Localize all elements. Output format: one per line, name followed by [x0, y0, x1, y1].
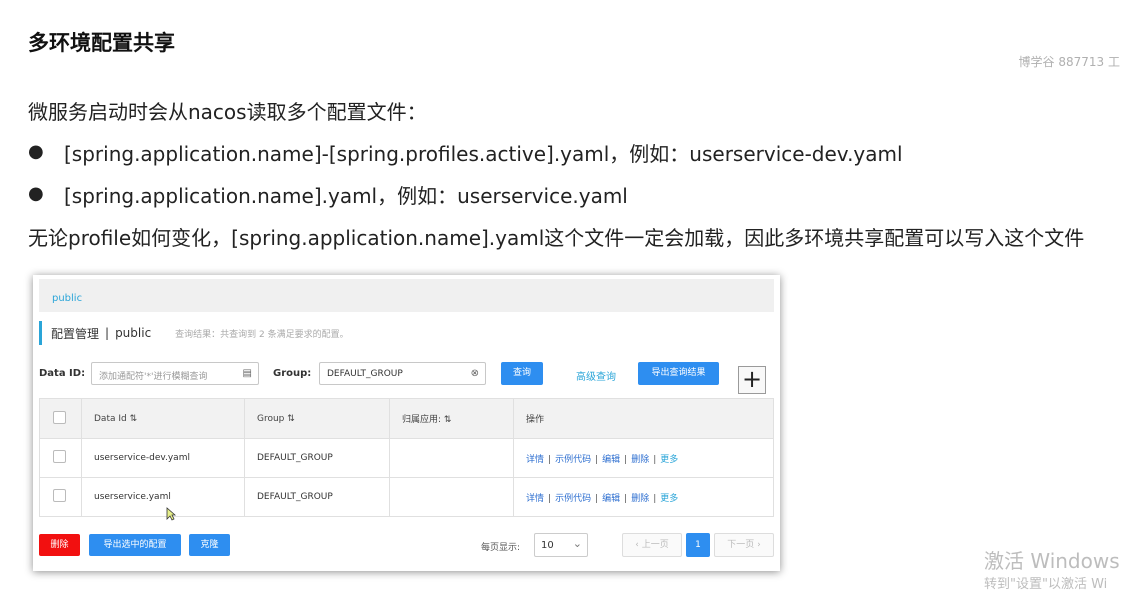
more-link[interactable]: 更多	[660, 494, 678, 504]
windows-activation-title: 激活 Windows	[984, 549, 1120, 573]
query-button[interactable]: 查询	[501, 362, 543, 385]
column-header-actions: 操作	[513, 398, 774, 439]
column-header-data-id[interactable]: Data Id ⇅	[81, 398, 245, 439]
app-cell	[389, 477, 514, 517]
row-select-cell	[39, 477, 82, 517]
nacos-screenshot: public 配置管理 | public 查询结果：共查询到 2 条满足要求的配…	[33, 275, 780, 571]
actions-cell: 详情 | 示例代码 | 编辑 | 删除 | 更多	[513, 477, 774, 517]
table-row: userservice.yaml DEFAULT_GROUP 详情 | 示例代码 | 编…	[39, 477, 774, 517]
bullet-item: ● [spring.application.name].yaml，例如：users…	[28, 180, 903, 222]
more-link[interactable]: 更多	[660, 455, 678, 465]
export-selected-button[interactable]: 导出选中的配置	[89, 534, 181, 556]
sort-icon[interactable]: ⇅	[130, 414, 138, 424]
note-text: 无论profile如何变化，[spring.application.name].…	[28, 226, 1085, 250]
bullet-dot-icon: ●	[28, 141, 44, 162]
namespace-tab-public[interactable]: public	[52, 293, 82, 304]
delete-selected-button[interactable]: 删除	[39, 534, 80, 556]
column-header-group[interactable]: Group ⇅	[244, 398, 390, 439]
prev-page-button[interactable]: ‹ 上一页	[622, 533, 682, 557]
config-table: Data Id ⇅ Group ⇅ 归属应用: ⇅ 操作 userservice…	[39, 398, 774, 517]
column-header-app[interactable]: 归属应用: ⇅	[389, 398, 514, 439]
detail-link[interactable]: 详情	[526, 455, 544, 465]
next-page-button[interactable]: 下一页 ›	[714, 533, 774, 557]
row-select-cell	[39, 438, 82, 478]
table-header-row: Data Id ⇅ Group ⇅ 归属应用: ⇅ 操作	[39, 398, 774, 439]
sort-icon[interactable]: ⇅	[287, 414, 295, 424]
chevron-right-icon: ›	[754, 540, 761, 550]
select-all-cell	[39, 398, 82, 439]
intro-text: 微服务启动时会从nacos读取多个配置文件：	[28, 100, 427, 124]
delete-link[interactable]: 删除	[631, 494, 649, 504]
page-size-select[interactable]: 10 ⌄	[534, 533, 588, 557]
detail-link[interactable]: 详情	[526, 494, 544, 504]
bullet-item: ● [spring.application.name]-[spring.profi…	[28, 138, 903, 180]
data-id-label: Data ID:	[39, 368, 86, 379]
table-row: userservice-dev.yaml DEFAULT_GROUP 详情 | 示例…	[39, 438, 774, 478]
page-title: 配置管理	[51, 326, 100, 341]
clone-button[interactable]: 克隆	[189, 534, 230, 556]
header-namespace: public	[115, 326, 152, 340]
group-label: Group:	[273, 368, 312, 379]
slide-title: 多环境配置共享	[28, 31, 175, 55]
namespace-bar: public	[39, 279, 774, 312]
advanced-query-link[interactable]: 高级查询	[576, 368, 616, 383]
row-checkbox[interactable]	[53, 489, 66, 502]
delete-link[interactable]: 删除	[631, 455, 649, 465]
page-size-label: 每页显示:	[481, 543, 521, 553]
select-all-checkbox[interactable]	[53, 410, 66, 424]
document-icon: ▤	[242, 368, 252, 379]
mouse-cursor-icon	[166, 506, 177, 525]
group-cell: DEFAULT_GROUP	[244, 438, 390, 478]
data-id-cell: userservice.yaml	[81, 477, 245, 517]
page-header: 配置管理 | public 查询结果：共查询到 2 条满足要求的配置。	[39, 321, 349, 345]
group-input[interactable]: DEFAULT_GROUP ⊗	[319, 362, 486, 385]
chevron-down-icon: ⌄	[572, 537, 582, 550]
header-separator: |	[105, 326, 110, 340]
bullet-dot-icon: ●	[28, 183, 44, 204]
app-cell	[389, 438, 514, 478]
data-id-input[interactable]: 添加通配符'*'进行模糊查询 ▤	[91, 362, 259, 385]
windows-activation-subtitle: 转到"设置"以激活 Wi	[984, 577, 1108, 592]
bullet-list: ● [spring.application.name]-[spring.profi…	[28, 138, 903, 222]
result-count-text: 查询结果：共查询到 2 条满足要求的配置。	[175, 329, 349, 340]
edit-link[interactable]: 编辑	[602, 494, 620, 504]
sample-code-link[interactable]: 示例代码	[555, 494, 591, 504]
sort-icon[interactable]: ⇅	[444, 415, 452, 425]
data-id-cell: userservice-dev.yaml	[81, 438, 245, 478]
clear-icon[interactable]: ⊗	[471, 368, 479, 379]
row-checkbox[interactable]	[53, 450, 66, 463]
page-button-1[interactable]: 1	[686, 533, 710, 557]
group-cell: DEFAULT_GROUP	[244, 477, 390, 517]
edit-link[interactable]: 编辑	[602, 455, 620, 465]
watermark-text: 博学谷 887713 工	[1018, 55, 1120, 69]
export-results-button[interactable]: 导出查询结果	[638, 362, 719, 385]
actions-cell: 详情 | 示例代码 | 编辑 | 删除 | 更多	[513, 438, 774, 478]
add-config-button[interactable]: +	[738, 366, 766, 394]
sample-code-link[interactable]: 示例代码	[555, 455, 591, 465]
